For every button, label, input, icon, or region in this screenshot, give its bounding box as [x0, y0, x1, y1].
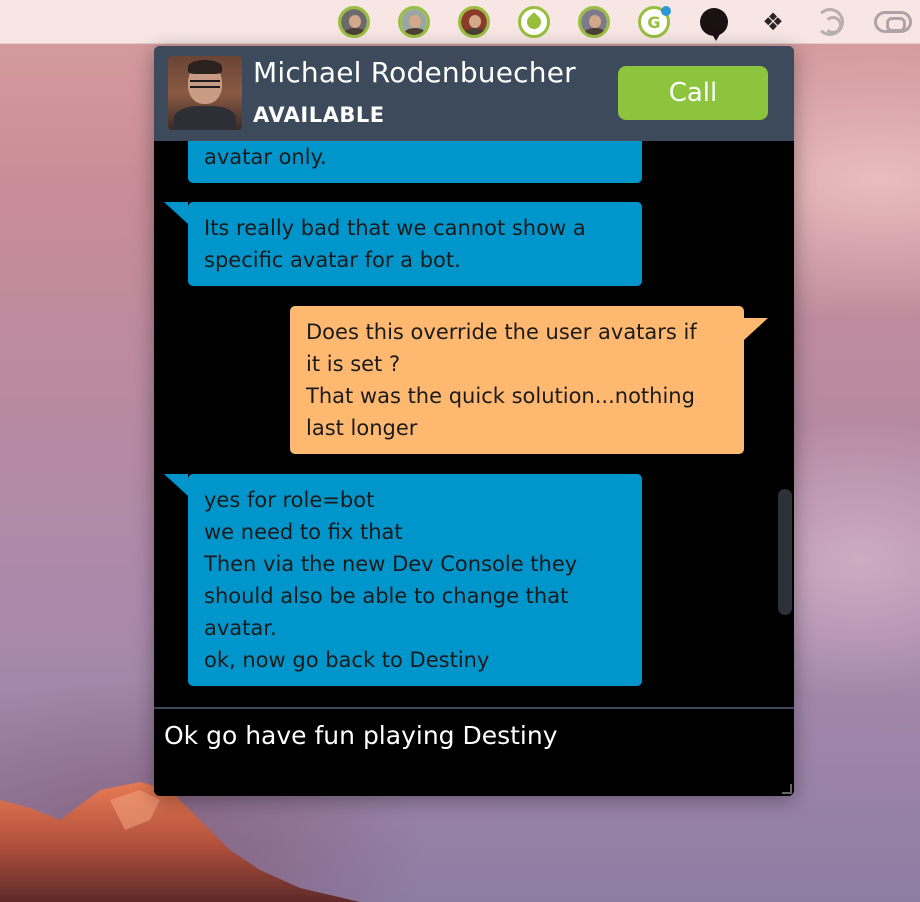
- chat-window: Michael Rodenbuecher AVAILABLE Call avat…: [154, 46, 794, 796]
- contact-name: Michael Rodenbuecher: [253, 56, 576, 89]
- message-line: yes for role=bot: [204, 488, 375, 512]
- message-line: Does this override the user avatars if: [306, 320, 697, 344]
- creative-cloud-icon[interactable]: [874, 11, 912, 33]
- message-bubble-incoming: Its really bad that we cannot show a spe…: [164, 202, 642, 286]
- message-line: ok, now go back to Destiny: [204, 648, 490, 672]
- message-line: That was the quick solution...nothing: [306, 384, 695, 408]
- grammarly-letter: G: [647, 12, 661, 32]
- contact-avatar-2-icon[interactable]: [398, 6, 430, 38]
- call-button[interactable]: Call: [618, 66, 768, 120]
- contact-status: AVAILABLE: [253, 103, 385, 127]
- speech-bubble-icon[interactable]: [700, 8, 728, 41]
- contact-avatar[interactable]: [168, 56, 242, 130]
- message-list[interactable]: avatar only. Its really bad that we cann…: [154, 141, 794, 707]
- menu-bar: G ❖: [0, 0, 920, 44]
- grammarly-g-icon[interactable]: G: [638, 6, 671, 38]
- message-bubble-outgoing: Does this override the user avatars if i…: [290, 306, 768, 454]
- contact-avatar-3-icon[interactable]: [458, 6, 490, 38]
- message-line: avatar only.: [204, 145, 327, 169]
- message-input[interactable]: [154, 709, 794, 796]
- message-line: last longer: [306, 416, 418, 440]
- composer: [154, 707, 794, 796]
- contact-avatar-4-icon[interactable]: [578, 6, 610, 38]
- message-scrollbar[interactable]: [778, 489, 792, 615]
- message-bubble-incoming: yes for role=bot we need to fix that The…: [164, 474, 642, 686]
- leaf-app-icon[interactable]: [518, 6, 550, 38]
- message-line: avatar.: [204, 616, 277, 640]
- message-line: should also be able to change that: [204, 584, 569, 608]
- notification-dot: [661, 6, 671, 16]
- message-line: specific avatar for a bot.: [204, 248, 461, 272]
- contact-avatar-1-icon[interactable]: [338, 6, 370, 38]
- message-line: it is set ?: [306, 352, 401, 376]
- chat-header: Michael Rodenbuecher AVAILABLE Call: [154, 46, 794, 141]
- message-line: Then via the new Dev Console they: [204, 552, 578, 576]
- spiral-sync-icon[interactable]: [816, 8, 844, 36]
- message-line: we need to fix that: [204, 520, 403, 544]
- message-bubble-incoming: avatar only.: [188, 141, 642, 183]
- dropbox-icon[interactable]: ❖: [757, 6, 789, 38]
- message-line: Its really bad that we cannot show a: [204, 216, 586, 240]
- resize-handle[interactable]: [782, 784, 792, 794]
- dropbox-glyph: ❖: [762, 8, 784, 36]
